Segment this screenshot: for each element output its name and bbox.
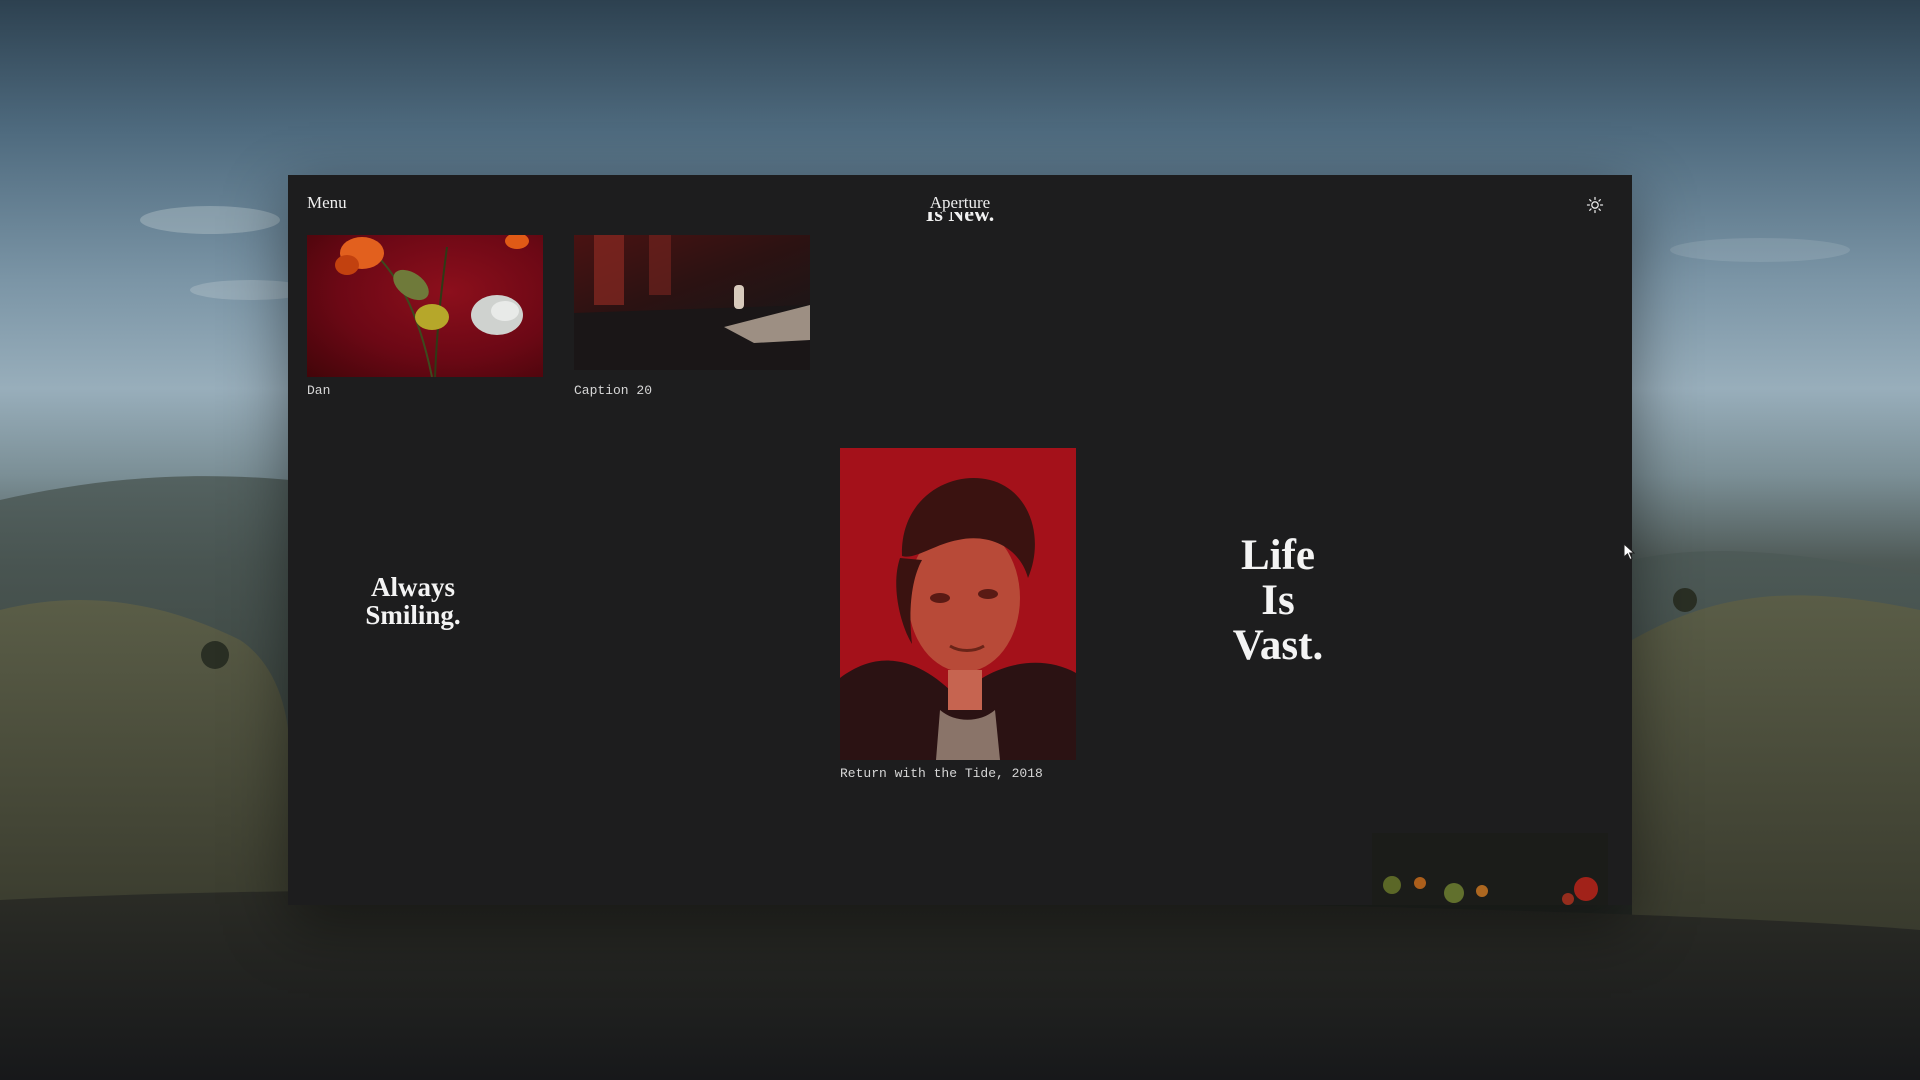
forest-photo xyxy=(1372,833,1608,905)
app-window: Menu Aperture Is New. Dan Caption 20 Alw… xyxy=(288,175,1632,905)
quote-line: Life xyxy=(1240,532,1316,579)
gallery-card-caption-20[interactable]: Caption 20 xyxy=(574,235,810,398)
portrait-photo xyxy=(840,448,1076,760)
card-caption: Caption 20 xyxy=(574,383,653,398)
interior-photo xyxy=(574,235,810,370)
flowers-photo xyxy=(307,235,543,377)
quote-line: Always xyxy=(370,572,455,602)
quote-always-smiling: Always Smiling. xyxy=(318,573,508,629)
gallery-card-dan[interactable]: Dan xyxy=(307,235,543,398)
quote-line: Is xyxy=(1261,577,1295,624)
quote-line: Vast. xyxy=(1232,622,1324,669)
quote-line: Smiling. xyxy=(365,600,461,630)
mouse-cursor-icon xyxy=(1623,543,1635,561)
scrolled-heading: Is New. xyxy=(288,212,1632,225)
scrolled-heading-text: Is New. xyxy=(925,212,995,225)
gallery-card-forest[interactable] xyxy=(1372,833,1608,905)
card-caption: Dan xyxy=(307,383,331,398)
card-caption: Return with the Tide, 2018 xyxy=(840,766,1043,781)
gallery-card-portrait[interactable]: Return with the Tide, 2018 xyxy=(840,448,1080,788)
app-title: Aperture xyxy=(929,193,991,212)
